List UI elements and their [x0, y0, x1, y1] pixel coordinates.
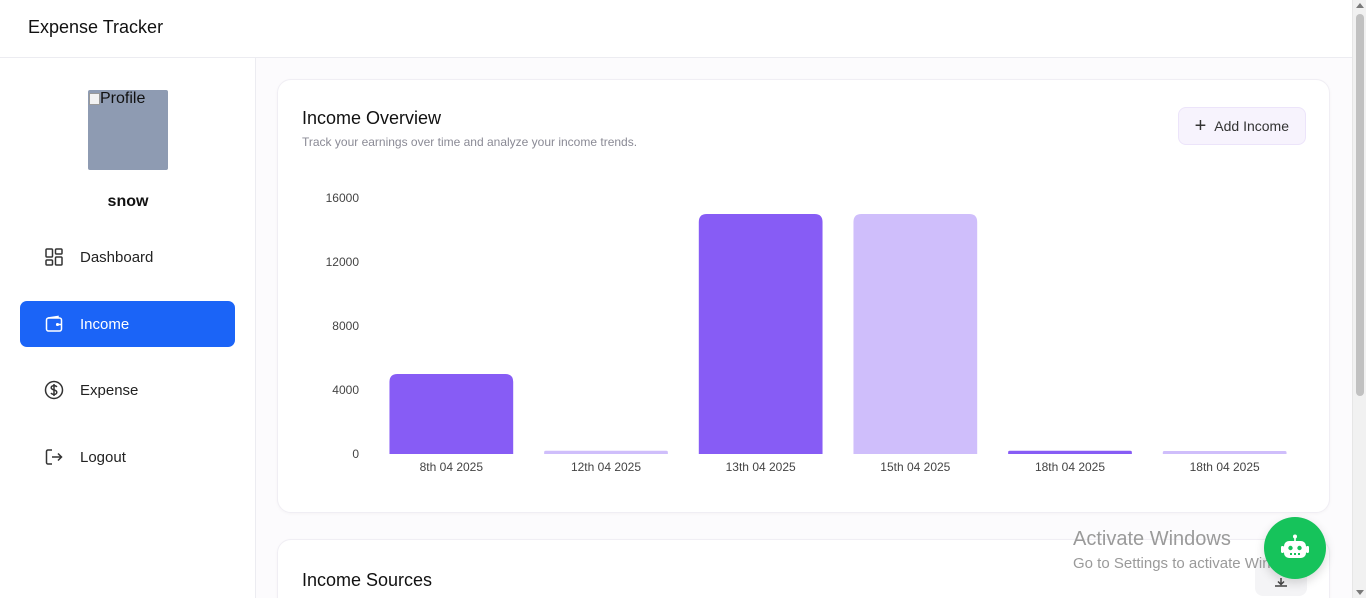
- robot-icon: [1281, 534, 1309, 558]
- x-tick-label: 13th 04 2025: [726, 460, 796, 474]
- wallet-icon: [44, 314, 64, 334]
- broken-image-icon: [89, 93, 100, 105]
- chart-bar[interactable]: [1008, 450, 1132, 454]
- dashboard-icon: [44, 247, 64, 267]
- y-tick-label: 16000: [326, 191, 360, 205]
- avatar: Profile: [88, 90, 168, 170]
- chart-svg: 0 4000 8000 12000 16000 8th 04 2025 12th 04 20…: [326, 191, 1287, 474]
- sidebar-item-dashboard[interactable]: Dashboard: [20, 234, 235, 280]
- dollar-circle-icon: [44, 380, 64, 400]
- y-tick-label: 12000: [326, 255, 360, 269]
- user-name: snow: [107, 193, 149, 210]
- page-scrollbar[interactable]: [1352, 0, 1366, 598]
- x-tick-label: 15th 04 2025: [880, 460, 950, 474]
- top-bar: Expense Tracker: [0, 0, 1352, 58]
- sidebar-item-label: Expense: [80, 381, 139, 399]
- scroll-up-arrow-icon[interactable]: [1356, 3, 1364, 8]
- income-overview-title: Income Overview: [302, 108, 442, 128]
- chart-bar[interactable]: [853, 214, 978, 454]
- add-income-label: Add Income: [1214, 118, 1289, 134]
- sidebar-item-logout[interactable]: Logout: [20, 434, 235, 480]
- sidebar-item-expense[interactable]: Expense: [20, 367, 235, 413]
- scrollbar-thumb[interactable]: [1356, 14, 1364, 396]
- sidebar-item-income[interactable]: Income: [20, 301, 235, 347]
- y-tick-label: 8000: [332, 319, 359, 333]
- sidebar-item-label: Logout: [80, 448, 126, 466]
- y-tick-label: 4000: [332, 383, 359, 397]
- chart-bar[interactable]: [389, 374, 514, 454]
- x-tick-label: 18th 04 2025: [1035, 460, 1105, 474]
- x-tick-label: 8th 04 2025: [420, 460, 484, 474]
- add-income-button[interactable]: + Add Income: [1177, 107, 1306, 145]
- avatar-alt-text: Profile: [88, 90, 145, 108]
- sidebar: Profile snow Dashboard Income Expense Lo…: [0, 58, 256, 598]
- income-overview-subtitle: Track your earnings over time and analyz…: [302, 135, 638, 149]
- sidebar-item-label: Income: [80, 315, 130, 333]
- app-title: Expense Tracker: [28, 17, 164, 37]
- chatbot-button[interactable]: [1264, 517, 1326, 579]
- logout-icon: [44, 447, 64, 467]
- plus-icon: +: [1194, 115, 1207, 137]
- x-tick-label: 12th 04 2025: [571, 460, 641, 474]
- scroll-down-arrow-icon[interactable]: [1356, 590, 1364, 595]
- sidebar-item-label: Dashboard: [80, 248, 154, 266]
- income-sources-title: Income Sources: [302, 570, 433, 590]
- chart-bar[interactable]: [698, 214, 823, 454]
- income-overview-card: Income Overview Track your earnings over…: [277, 79, 1330, 513]
- chart-bar[interactable]: [1162, 451, 1287, 454]
- income-bar-chart: 0 4000 8000 12000 16000 8th 04 2025 12th 04 20…: [278, 180, 1331, 490]
- chart-bar[interactable]: [544, 450, 668, 454]
- x-tick-label: 18th 04 2025: [1190, 460, 1260, 474]
- y-tick-label: 0: [352, 447, 359, 461]
